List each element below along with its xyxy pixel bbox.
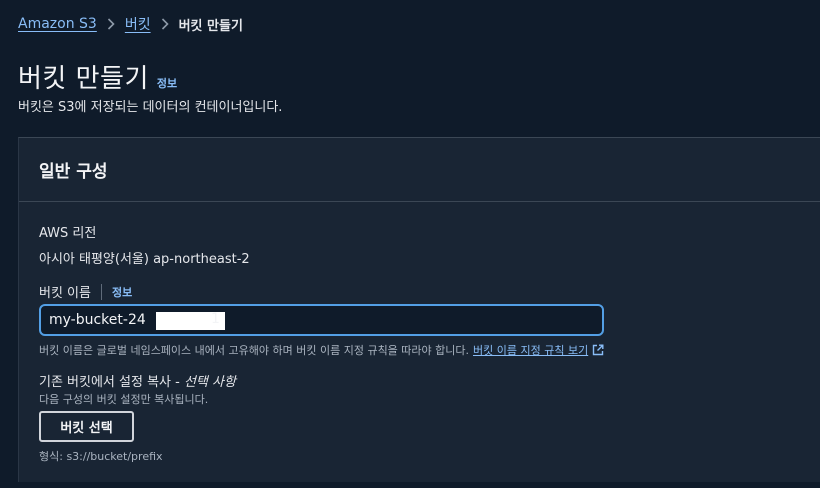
copy-settings-description: 다음 구성의 버킷 설정만 복사됩니다.	[39, 393, 209, 406]
external-link-icon	[592, 344, 604, 356]
label-divider	[100, 283, 102, 300]
bucket-name-label: 버킷 이름	[39, 286, 91, 301]
format-hint: 형식: s3://bucket/prefix	[39, 450, 163, 463]
copy-settings-label-main: 기존 버킷에서 설정 복사 -	[39, 375, 184, 390]
panel-title: 일반 구성	[39, 162, 108, 182]
panel-header: 일반 구성	[19, 138, 820, 202]
page-title: 버킷 만들기	[18, 64, 149, 94]
bucket-name-info-link[interactable]: 정보	[112, 284, 132, 300]
naming-rules-link[interactable]: 버킷 이름 지정 규칙 보기	[473, 342, 604, 358]
choose-bucket-button[interactable]: 버킷 선택	[39, 411, 134, 442]
bucket-name-hint: 버킷 이름은 글로벌 네임스페이스 내에서 고유해야 하며 버킷 이름 지정 규…	[39, 342, 604, 358]
copy-settings-label: 기존 버킷에서 설정 복사 - 선택 사항	[39, 371, 236, 390]
page-info-link[interactable]: 정보	[157, 75, 177, 91]
chevron-right-icon	[161, 18, 169, 30]
region-value: 아시아 태평양(서울) ap-northeast-2	[39, 252, 250, 267]
bucket-name-hint-text: 버킷 이름은 글로벌 네임스페이스 내에서 고유해야 하며 버킷 이름 지정 규…	[39, 344, 470, 357]
region-label: AWS 리전	[39, 226, 97, 241]
breadcrumb-buckets[interactable]: 버킷	[125, 14, 151, 34]
breadcrumb: Amazon S3 버킷 버킷 만들기	[18, 14, 243, 34]
breadcrumb-current: 버킷 만들기	[178, 18, 243, 34]
page-header: 버킷 만들기 정보	[18, 58, 177, 95]
page-description: 버킷은 S3에 저장되는 데이터의 컨테이너입니다.	[18, 100, 283, 115]
naming-rules-link-text: 버킷 이름 지정 규칙 보기	[473, 344, 589, 357]
bucket-name-suffix: 1	[211, 311, 220, 327]
copy-settings-label-optional: 선택 사항	[183, 375, 236, 390]
bucket-name-input[interactable]	[39, 304, 604, 336]
general-configuration-panel: 일반 구성 AWS 리전 아시아 태평양(서울) ap-northeast-2 …	[18, 137, 820, 482]
breadcrumb-amazon-s3[interactable]: Amazon S3	[18, 16, 97, 32]
chevron-right-icon	[107, 18, 115, 30]
bucket-name-label-row: 버킷 이름 정보	[39, 282, 132, 301]
